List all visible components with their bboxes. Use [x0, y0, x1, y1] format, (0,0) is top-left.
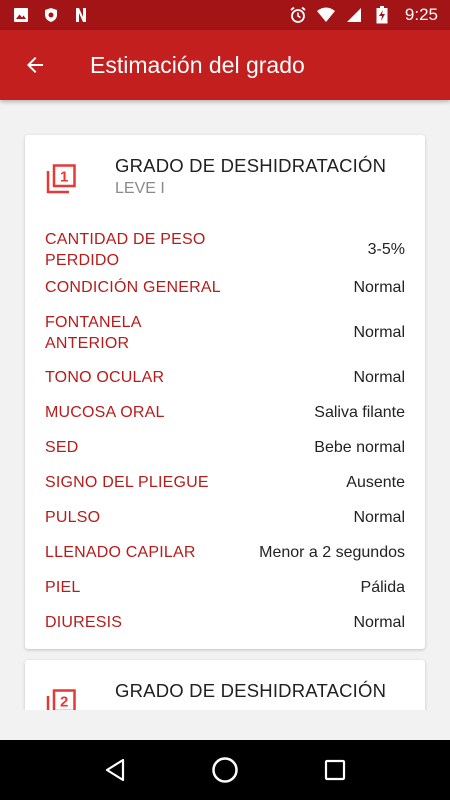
card-header: 1 GRADO DE DESHIDRATACIÓN LEVE I	[45, 155, 386, 198]
criteria-label: FONTANELA ANTERIOR	[45, 313, 141, 352]
svg-text:1: 1	[60, 169, 68, 186]
status-left-icons	[12, 6, 90, 24]
shield-icon	[42, 6, 60, 24]
criteria-label: DIURESIS	[45, 614, 123, 631]
criteria-value: Ausente	[346, 473, 405, 491]
criteria-label: TONO OCULAR	[45, 369, 165, 386]
card-title: GRADO DE DESHIDRATACIÓN	[115, 680, 387, 701]
criteria-label: CONDICIÓN GENERAL	[45, 279, 221, 296]
criteria-value: Normal	[353, 278, 405, 296]
grade-card-1[interactable]: 1 GRADO DE DESHIDRATACIÓN LEVE I CANTIDA…	[25, 135, 425, 649]
criteria-value: Menor a 2 segundos	[259, 543, 405, 561]
filter-1-icon: 1	[46, 164, 76, 194]
signal-icon	[345, 6, 363, 24]
criteria-label: CANTIDAD DE PESO PERDIDO	[45, 231, 206, 269]
criteria-value: Saliva filante	[314, 403, 405, 421]
criteria-value: Bebe normal	[314, 438, 405, 456]
criteria-label: MUCOSA ORAL	[45, 404, 165, 421]
card-title: GRADO DE DESHIDRATACIÓN	[115, 155, 387, 176]
criteria-row: CONDICIÓN GENERAL Normal	[45, 270, 405, 305]
criteria-value: 3-5%	[367, 241, 405, 258]
battery-charging-icon	[373, 6, 391, 24]
wifi-icon	[316, 6, 335, 24]
criteria-value: Normal	[353, 323, 405, 341]
alarm-icon	[289, 6, 307, 24]
criteria-label: PIEL	[45, 579, 81, 596]
recents-square-icon	[324, 759, 346, 781]
nav-back-button[interactable]	[95, 750, 135, 790]
app-bar: Estimación del grado	[0, 30, 450, 100]
criteria-row: TONO OCULAR Normal	[45, 360, 405, 395]
status-bar: 9:25	[0, 0, 450, 30]
content-scroll[interactable]: 1 GRADO DE DESHIDRATACIÓN LEVE I CANTIDA…	[0, 100, 450, 710]
criteria-value: Normal	[353, 368, 405, 386]
criteria-row: SED Bebe normal	[45, 430, 405, 465]
back-triangle-icon	[105, 758, 125, 782]
criteria-row: PIEL Pálida	[45, 570, 405, 605]
card-header: 2 GRADO DE DESHIDRATACIÓN	[45, 680, 386, 710]
criteria-value: Normal	[353, 508, 405, 526]
criteria-label: LLENADO CAPILAR	[45, 544, 196, 561]
criteria-list: CANTIDAD DE PESO PERDIDO 3-5% CONDICIÓN …	[45, 230, 405, 640]
criteria-value: Pálida	[360, 578, 405, 596]
criteria-row: FONTANELA ANTERIOR Normal	[45, 305, 405, 360]
criteria-value: Normal	[353, 613, 405, 631]
criteria-row: PULSO Normal	[45, 500, 405, 535]
back-button[interactable]	[0, 30, 70, 100]
system-nav-bar	[0, 740, 450, 800]
status-right-icons: 9:25	[289, 5, 438, 25]
netflix-n-icon	[72, 6, 90, 24]
nav-home-button[interactable]	[205, 750, 245, 790]
page-title: Estimación del grado	[90, 51, 305, 78]
card-subtitle: LEVE I	[115, 180, 165, 197]
criteria-label: SIGNO DEL PLIEGUE	[45, 474, 209, 491]
home-circle-icon	[212, 757, 238, 783]
grade-card-2[interactable]: 2 GRADO DE DESHIDRATACIÓN	[25, 660, 425, 710]
status-time: 9:25	[404, 5, 438, 24]
criteria-row: LLENADO CAPILAR Menor a 2 segundos	[45, 535, 405, 570]
criteria-row: CANTIDAD DE PESO PERDIDO 3-5%	[45, 230, 405, 270]
svg-text:2: 2	[60, 694, 68, 711]
criteria-row: MUCOSA ORAL Saliva filante	[45, 395, 405, 430]
arrow-back-icon	[27, 57, 43, 73]
criteria-label: PULSO	[45, 509, 101, 526]
criteria-label: SED	[45, 439, 79, 456]
criteria-row: SIGNO DEL PLIEGUE Ausente	[45, 465, 405, 500]
filter-2-icon: 2	[46, 689, 76, 711]
criteria-row: DIURESIS Normal	[45, 605, 405, 640]
nav-recents-button[interactable]	[315, 750, 355, 790]
image-icon	[12, 6, 30, 24]
